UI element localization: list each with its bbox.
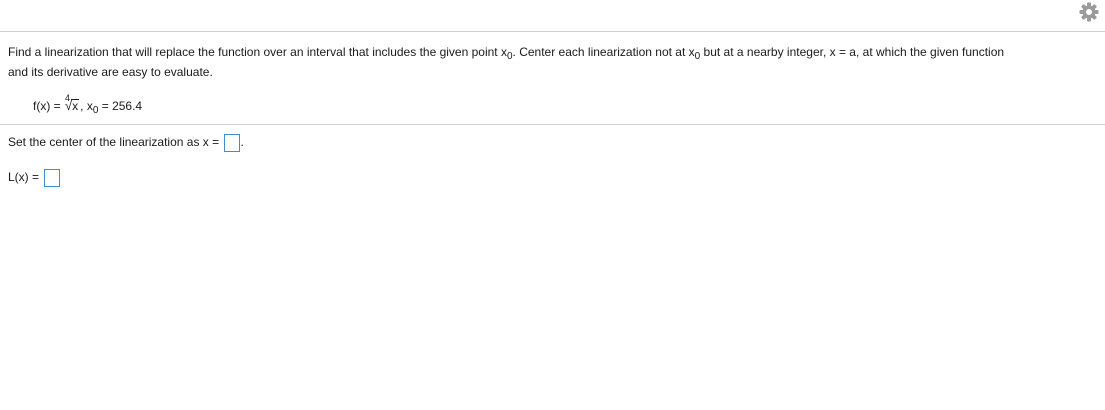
gear-icon [1079,2,1099,22]
center-label: Set the center of the linearization as x… [8,135,223,149]
fourth-root: 4 √x [65,93,80,116]
settings-gear-button[interactable] [1078,1,1100,23]
section-divider [0,124,1105,125]
x0-value: = 256.4 [98,99,143,113]
function-formula: f(x) = 4 √x, x0 = 256.4 [33,93,143,116]
root-index: 4 [65,93,71,103]
radicand: x [71,99,80,113]
lx-label: L(x) = [8,170,43,184]
question-text-part: . Center each linearization not at x [512,45,695,59]
linearization-prompt: L(x) = [8,167,61,187]
center-suffix: . [240,135,244,149]
center-prompt: Set the center of the linearization as x… [8,132,244,152]
question-text-part: but at a nearby integer, x = a, at which… [700,45,1005,59]
question-text-part: Find a linearization that will replace t… [8,45,507,59]
center-answer-input[interactable] [224,133,241,152]
linearization-answer-input[interactable] [44,168,61,187]
top-divider [0,31,1105,32]
question-text: Find a linearization that will replace t… [8,42,1098,82]
fx-prefix: f(x) = [33,99,65,113]
question-text-part: and its derivative are easy to evaluate. [8,65,213,79]
x0-label: , x [80,99,93,113]
